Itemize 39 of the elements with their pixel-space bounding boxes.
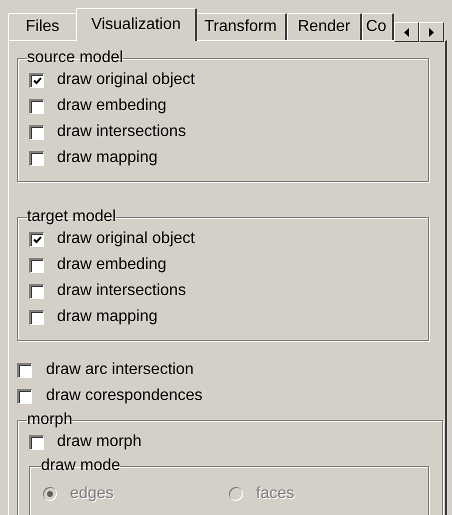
group-title: target model [27, 208, 116, 226]
checkbox[interactable] [29, 98, 44, 114]
checkbox[interactable] [29, 310, 44, 324]
scroll-left-button[interactable] [394, 22, 419, 42]
checkbox-label: draw intersections [57, 122, 186, 142]
checkmark-icon [32, 236, 42, 244]
tab[interactable]: Co [362, 13, 394, 40]
tab[interactable]: Files [8, 13, 78, 40]
checkmark-icon [32, 76, 42, 84]
checkbox[interactable] [29, 150, 44, 166]
tab[interactable]: Render [287, 13, 362, 40]
checkbox-label: draw mapping [57, 307, 158, 327]
checkbox-label: draw original object [57, 229, 195, 249]
group-title: draw mode [41, 457, 120, 475]
left-arrow-icon [404, 28, 409, 36]
checkbox[interactable] [17, 362, 32, 378]
checkbox[interactable] [29, 258, 44, 272]
checkbox-label: draw corespondences [46, 386, 203, 406]
tab[interactable]: Transform [195, 13, 287, 40]
checkbox-label: draw mapping [57, 148, 158, 168]
checkbox-label: draw intersections [57, 281, 186, 301]
checkbox[interactable] [29, 232, 44, 246]
right-arrow-icon [429, 28, 434, 36]
tab[interactable]: Visualization [76, 8, 197, 41]
checkbox[interactable] [29, 284, 44, 298]
checkbox-label: draw original object [57, 70, 195, 90]
radio-label: edges [70, 484, 114, 504]
checkbox-label: draw embeding [57, 96, 166, 116]
checkbox-label: draw arc intersection [46, 360, 194, 380]
checkbox-label: draw morph [57, 432, 142, 452]
checkbox[interactable] [29, 434, 44, 450]
checkbox[interactable] [17, 388, 32, 404]
group-title: morph [27, 411, 72, 429]
checkbox[interactable] [29, 124, 44, 140]
checkbox[interactable] [29, 72, 44, 88]
group-title: source model [27, 49, 124, 67]
radio-label: faces [256, 484, 294, 504]
scroll-right-button[interactable] [419, 22, 444, 42]
checkbox-label: draw embeding [57, 255, 166, 275]
